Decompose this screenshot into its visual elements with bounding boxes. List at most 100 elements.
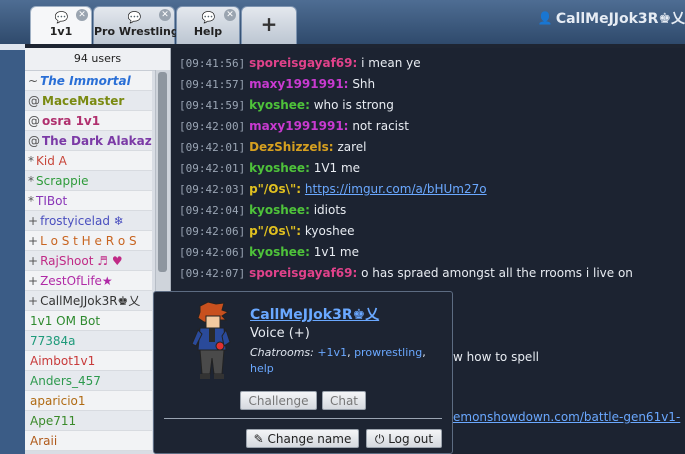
user-list-item[interactable]: Anders_457 xyxy=(25,371,152,391)
logout-button[interactable]: ⏻ Log out xyxy=(366,429,442,448)
message-text: zarel xyxy=(337,140,367,154)
message-text: i mean ye xyxy=(361,56,421,70)
message-timestamp: [09:42:01] xyxy=(179,141,246,154)
user-list-item[interactable]: Araii xyxy=(25,431,152,451)
challenge-button[interactable]: Challenge xyxy=(240,391,317,410)
message-timestamp: [09:42:00] xyxy=(179,120,246,133)
user-rank: @ xyxy=(28,94,40,108)
message-author[interactable]: p"/ʘs\": xyxy=(249,224,301,238)
message-text: o has spraed amongst all the rrooms i li… xyxy=(361,266,633,280)
message-author[interactable]: maxy1991991: xyxy=(249,119,348,133)
message-author[interactable]: sporeisgayaf69: xyxy=(249,266,357,280)
message-text: kyoshee xyxy=(304,224,355,238)
user-rank: @ xyxy=(28,134,40,148)
user-list-item[interactable]: + RajShoot ♬ ♥ xyxy=(25,251,152,271)
user-list-item[interactable]: + ZestOfLife★ xyxy=(25,271,152,291)
popup-divider xyxy=(164,418,442,419)
user-list-item[interactable]: @The Dark Alakazam xyxy=(25,131,152,151)
tab-label: Help xyxy=(193,25,223,38)
message-author[interactable]: kyoshee: xyxy=(249,161,310,175)
power-icon: ⏻ xyxy=(374,432,385,446)
message-text: 1V1 me xyxy=(313,161,361,175)
tab-help[interactable]: 💬 Help ✕ xyxy=(176,6,240,44)
current-user[interactable]: 👤 CallMeJJok3R♚乂 xyxy=(538,8,685,28)
chat-message: [09:42:06] kyoshee: 1v1 me xyxy=(179,245,359,259)
chat-message: [09:42:06] p"/ʘs\": kyoshee xyxy=(179,224,355,238)
message-author[interactable]: kyoshee: xyxy=(249,98,310,112)
popup-username-link[interactable]: CallMeJJok3R♚乂 xyxy=(250,304,379,324)
user-name: The Immortal xyxy=(40,74,131,88)
user-list-item[interactable]: 1v1 OM Bot xyxy=(25,311,152,331)
room-link-1v1[interactable]: +1v1 xyxy=(317,346,347,359)
plus-icon: + xyxy=(260,12,278,36)
chat-message: [09:42:07] sporeisgayaf69: o has spraed … xyxy=(179,266,633,280)
change-name-button[interactable]: ✎ Change name xyxy=(246,429,359,448)
chat-message: [09:42:01] kyoshee: 1V1 me xyxy=(179,161,360,175)
message-text: not racist xyxy=(352,119,409,133)
message-timestamp: [09:42:07] xyxy=(179,267,246,280)
user-rank: + xyxy=(28,234,39,248)
user-list-item[interactable]: aparicio1 xyxy=(25,391,152,411)
user-name: CallMeJJok3R♚乂 xyxy=(40,294,141,308)
message-author[interactable]: DezShizzels: xyxy=(249,140,334,154)
user-rows: ~ The Immortal @ MaceMaster @ osra 1v1 @ The Da… xyxy=(25,71,170,451)
message-timestamp: [09:41:56] xyxy=(179,57,246,70)
chat-message: [09:42:00] maxy1991991: not racist xyxy=(179,119,409,133)
message-author[interactable]: maxy1991991: xyxy=(249,77,348,91)
room-link-help[interactable]: help xyxy=(250,362,274,375)
message-timestamp: [09:42:06] xyxy=(179,225,246,238)
user-name: TIBot xyxy=(36,194,68,208)
room-link-prowrestling[interactable]: prowrestling xyxy=(354,346,422,359)
message-author[interactable]: p"/ʘs\": xyxy=(249,182,301,196)
chat-message: [09:41:59] kyoshee: who is strong xyxy=(179,98,394,112)
user-list-item[interactable]: + L o S t H e R o S xyxy=(25,231,152,251)
user-name: Scrappie xyxy=(36,174,89,188)
scrollbar-thumb[interactable] xyxy=(158,72,167,272)
user-list-item[interactable]: ~ The Immortal xyxy=(25,71,152,91)
user-rank: * xyxy=(28,154,34,168)
message-author[interactable]: kyoshee: xyxy=(249,203,310,217)
change-name-label: Change name xyxy=(267,432,352,446)
user-name: Aimbot1v1 xyxy=(30,354,96,368)
user-count: 94 users xyxy=(25,48,170,71)
user-name: aparicio1 xyxy=(30,394,86,408)
user-list-item[interactable]: * Kid A xyxy=(25,151,152,171)
user-rank: @ xyxy=(28,114,40,128)
user-popup: CallMeJJok3R♚乂 Voice (+) Chatrooms: +1v1… xyxy=(153,291,453,454)
current-username: CallMeJJok3R♚乂 xyxy=(555,11,685,27)
user-list-item[interactable]: * Scrappie xyxy=(25,171,152,191)
user-list-item[interactable]: 77384a xyxy=(25,331,152,351)
user-name: Ape711 xyxy=(30,414,77,428)
user-name: RajShoot ♬ ♥ xyxy=(40,254,123,268)
tab-pro-wrestling[interactable]: 💬 Pro Wrestling ✕ xyxy=(93,6,179,44)
user-name: ZestOfLife★ xyxy=(40,274,113,288)
user-list-item[interactable]: @ MaceMaster xyxy=(25,91,152,111)
user-icon: 👤 xyxy=(537,11,553,25)
message-link[interactable]: https://imgur.com/a/bHUm27o xyxy=(305,182,487,196)
user-list-item[interactable]: * TIBot xyxy=(25,191,152,211)
message-link[interactable]: emonshowdown.com/battle-gen61v1- xyxy=(453,410,680,424)
user-rank: + xyxy=(28,254,39,268)
new-tab-button[interactable]: + xyxy=(241,6,297,44)
close-icon[interactable]: ✕ xyxy=(224,9,236,21)
chat-message: [09:42:04] kyoshee: idiots xyxy=(179,203,346,217)
close-icon[interactable]: ✕ xyxy=(159,9,171,21)
message-timestamp: [09:41:57] xyxy=(179,78,246,91)
tab-1v1[interactable]: 💬 1v1 ✕ xyxy=(30,6,92,44)
close-icon[interactable]: ✕ xyxy=(76,9,88,21)
user-list-item[interactable]: + frostyicelad ❄ xyxy=(25,211,152,231)
chat-message: w how to spell xyxy=(453,350,539,364)
message-author[interactable]: sporeisgayaf69: xyxy=(249,56,357,70)
popup-chatrooms: Chatrooms: +1v1, prowrestling, help xyxy=(250,346,426,375)
user-list-item[interactable]: Ape711 xyxy=(25,411,152,431)
user-list-item[interactable]: Aimbot1v1 xyxy=(25,351,152,371)
user-list-item[interactable]: + CallMeJJok3R♚乂 xyxy=(25,291,152,311)
user-list-item[interactable]: @ osra 1v1 xyxy=(25,111,152,131)
trainer-avatar xyxy=(191,301,231,379)
chat-bubble-icon: 💬 xyxy=(127,11,142,24)
chat-button[interactable]: Chat xyxy=(322,391,366,410)
message-author[interactable]: kyoshee: xyxy=(249,245,310,259)
message-text: w how to spell xyxy=(453,350,539,364)
tab-label: Pro Wrestling xyxy=(94,25,179,38)
left-gutter xyxy=(0,44,25,454)
